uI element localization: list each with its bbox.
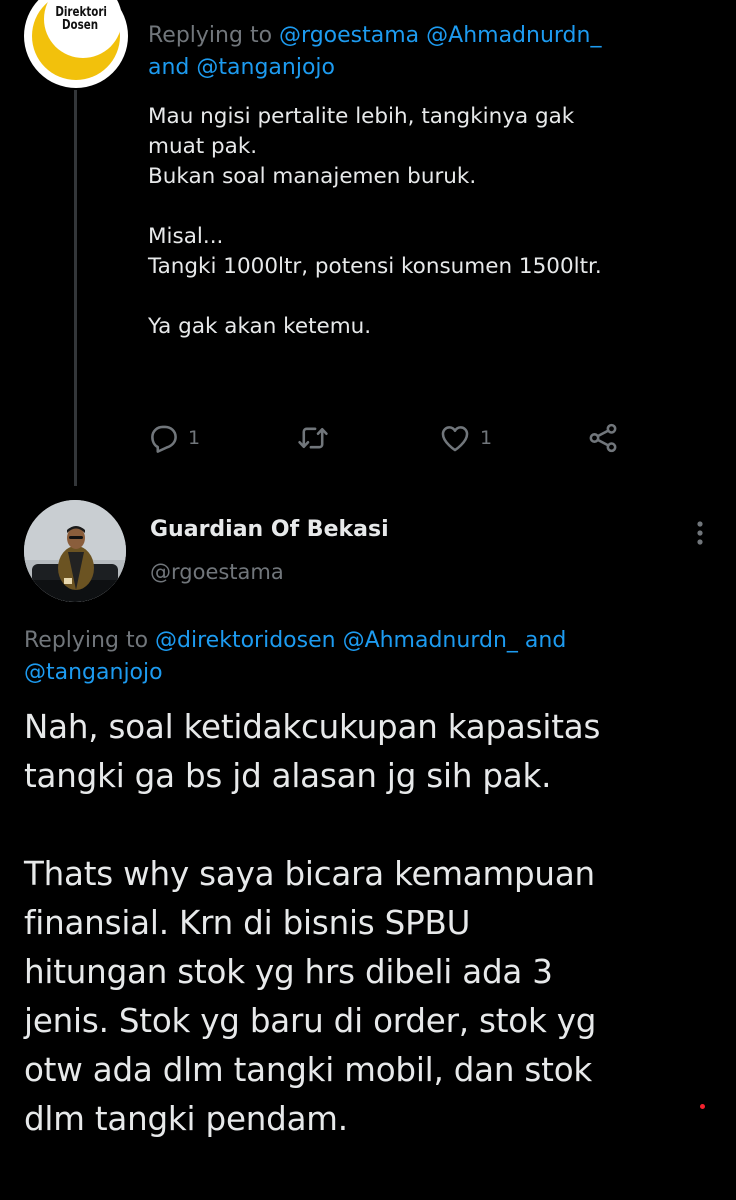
replying-to-label: Replying to [24,628,149,653]
notification-dot [700,1104,705,1109]
mention-link[interactable]: @tanganjojo [24,660,163,685]
profile-avatar[interactable] [24,500,126,602]
user-handle[interactable]: @rgoestama [150,560,284,584]
replying-to-line: Replying to @rgoestama @Ahmadnurdn_ and … [148,20,708,84]
tweet-text: Nah, soal ketidakcukupan kapasitas tangk… [24,708,601,1138]
thread-line [74,90,77,486]
like-button[interactable]: 1 [438,421,492,455]
share-icon [589,423,617,453]
mention-link[interactable]: @tanganjojo [196,55,335,80]
mention-link[interactable]: @direktoridosen [155,628,336,653]
retweet-icon [298,427,328,449]
reply-button[interactable]: 1 [146,421,200,455]
mention-link[interactable]: @Ahmadnurdn_ [426,23,601,48]
replying-to-joiner: and [524,628,567,653]
reply-icon [151,425,177,453]
retweet-button[interactable] [296,421,338,455]
share-button[interactable] [586,421,620,455]
like-count: 1 [480,427,493,449]
mention-link[interactable]: @rgoestama [279,23,419,48]
avatar-logo-text: Direktori Dosen [55,5,107,33]
like-icon [441,426,469,452]
mention-link[interactable]: @Ahmadnurdn_ [343,628,518,653]
tweet-actions: 1 1 [146,421,706,455]
tweet-text: Mau ngisi pertalite lebih, tangkinya gak… [148,104,602,339]
replying-to-joiner: and [148,55,190,80]
replying-to-line: Replying to @direktoridosen @Ahmadnurdn_… [24,625,724,689]
direktori-dosen-avatar[interactable]: Direktori Dosen [24,0,128,88]
more-icon [697,521,703,545]
reply-count: 1 [188,427,201,449]
replying-to-label: Replying to [148,23,273,48]
display-name[interactable]: Guardian Of Bekasi [150,517,389,542]
profile-photo [24,500,126,602]
more-options-button[interactable] [680,518,720,548]
